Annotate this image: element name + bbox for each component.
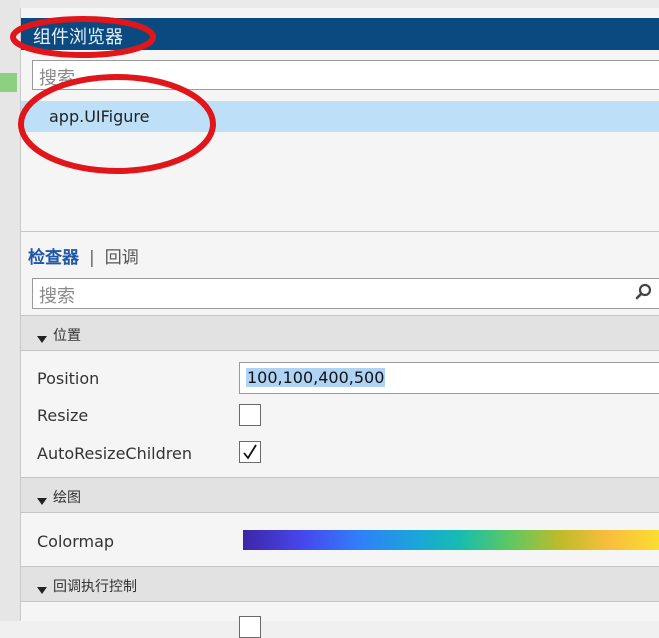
annotation-ellipse-title (10, 16, 156, 58)
annotation-overlay (10, 16, 216, 174)
annotation-ellipse-uifigure (18, 74, 216, 174)
